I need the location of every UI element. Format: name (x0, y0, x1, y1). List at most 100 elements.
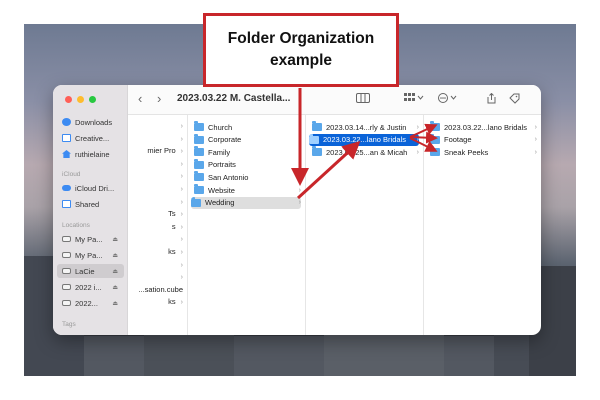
chevron-right-icon: › (298, 161, 301, 169)
callout-line-1: Folder Organization (227, 30, 375, 47)
sidebar-item-home[interactable]: ruthielaine (57, 147, 124, 161)
parent-folder-row[interactable]: Ts › (168, 209, 183, 218)
folder-row-church[interactable]: Church › (194, 121, 301, 133)
cloud-icon (62, 185, 71, 191)
chevron-right-icon: › (180, 299, 183, 307)
parent-folder-row[interactable]: › (176, 134, 183, 143)
folder-label: 2023.03.25...an & Micah (326, 147, 408, 157)
folder-label: s (171, 221, 176, 231)
parent-folder-row[interactable]: › (176, 184, 183, 193)
subfolder-row[interactable]: 2023.03.22...lano Bridals › (430, 121, 537, 133)
forward-button[interactable]: › (157, 91, 161, 106)
chevron-right-icon: › (416, 123, 419, 131)
folder-icon (312, 121, 322, 131)
tag-icon[interactable] (509, 93, 520, 107)
sidebar-item-location[interactable]: 2022 i... ⏏ (57, 280, 124, 294)
folder-row-corporate[interactable]: Corporate › (194, 133, 301, 146)
folder-row-san-antonio[interactable]: San Antonio › (194, 171, 301, 183)
folder-row-family[interactable]: Family › (194, 146, 301, 158)
eject-icon[interactable]: ⏏ (112, 268, 118, 275)
parent-folder-row[interactable]: › (176, 159, 183, 168)
sidebar-item-label: LaCie (75, 266, 95, 276)
parent-folder-row[interactable]: › (176, 234, 183, 243)
parent-folder-row[interactable]: › (176, 171, 183, 180)
sidebar-item-shared[interactable]: Shared (57, 197, 124, 211)
parent-folder-row[interactable]: mier Pro › (147, 146, 183, 155)
folder-label: Website (208, 185, 235, 195)
sidebar-item-creative[interactable]: Creative... (57, 131, 124, 145)
shoot-folder-row[interactable]: 2023.03.14...rly & Justin › (312, 121, 419, 133)
sidebar-item-label: My Pa... (75, 250, 103, 260)
shoot-folder-row[interactable]: 2023.03.22...lano Bridals › (309, 133, 419, 146)
sidebar-item-location[interactable]: My Pa... ⏏ (57, 232, 124, 246)
parent-folder-row[interactable]: › (176, 260, 183, 269)
sidebar-section-tags: Tags (62, 321, 76, 328)
minimize-button[interactable] (77, 96, 84, 103)
parent-folder-row[interactable]: ...sation.cube (138, 285, 183, 294)
folder-label: ...sation.cube (138, 284, 183, 294)
chevron-right-icon: › (180, 249, 183, 256)
chevron-right-icon: › (180, 223, 183, 231)
chevron-right-icon: › (416, 148, 419, 156)
sidebar-item-label: Shared (75, 199, 100, 209)
share-icon[interactable] (487, 92, 496, 107)
sidebar-item-lacie[interactable]: LaCie ⏏ (57, 264, 124, 278)
folder-row-wedding[interactable]: Wedding › (191, 196, 301, 209)
toolbar: ‹ › 2023.03.22 M. Castella... (128, 85, 541, 115)
close-button[interactable] (65, 96, 72, 103)
sidebar-item-label: 2022 i... (75, 282, 102, 292)
parent-folder-row[interactable]: › (176, 197, 183, 206)
chevron-right-icon: › (298, 186, 301, 194)
eject-icon[interactable]: ⏏ (112, 284, 118, 291)
parent-folder-row[interactable]: ks › (168, 297, 183, 306)
sidebar-item-location[interactable]: My Pa... ⏏ (57, 248, 124, 262)
chevron-right-icon: › (180, 261, 183, 269)
folder-icon (194, 158, 204, 169)
folder-label: Corporate (208, 135, 242, 145)
subfolder-row[interactable]: Footage › (430, 133, 537, 146)
chevron-right-icon: › (180, 148, 183, 156)
shoot-folder-row[interactable]: 2023.03.25...an & Micah › (312, 146, 419, 158)
chevron-right-icon: › (298, 173, 301, 181)
folder-label: Footage (444, 135, 472, 145)
chevron-right-icon: › (180, 186, 183, 193)
folder-icon (430, 133, 440, 144)
folder-icon (430, 121, 440, 131)
sidebar-section-locations: Locations (62, 222, 90, 229)
column-view-icon[interactable] (356, 93, 370, 106)
folder-label: Portraits (208, 160, 236, 170)
sidebar-item-location[interactable]: 2022... ⏏ (57, 296, 124, 310)
column-parent: › › mier Pro › › › › › Ts › s › › ks › › › ...sation.cube… (128, 115, 188, 335)
chevron-right-icon: › (298, 148, 301, 156)
subfolder-row[interactable]: Sneak Peeks › (430, 146, 537, 158)
parent-folder-row[interactable]: › (176, 121, 183, 130)
back-button[interactable]: ‹ (138, 91, 142, 106)
chevron-right-icon: › (298, 123, 301, 131)
chevron-right-icon: › (534, 123, 537, 131)
ellipsis-icon[interactable] (438, 93, 458, 106)
folder-label: 2023.03.22...lano Bridals (444, 122, 527, 132)
sidebar-item-downloads[interactable]: Downloads (57, 115, 124, 129)
chevron-right-icon: › (534, 136, 537, 144)
chevron-right-icon: › (180, 173, 183, 181)
folder-row-portraits[interactable]: Portraits › (194, 158, 301, 171)
parent-folder-row[interactable]: s › (172, 222, 183, 231)
eject-icon[interactable]: ⏏ (112, 300, 118, 307)
folder-row-website[interactable]: Website › (194, 184, 301, 196)
folder-label: Church (208, 122, 233, 132)
sidebar-item-label: Downloads (75, 117, 113, 127)
eject-icon[interactable]: ⏏ (112, 252, 118, 259)
eject-icon[interactable]: ⏏ (112, 236, 118, 243)
download-icon (62, 118, 71, 126)
sidebar-item-label: Creative... (75, 133, 110, 143)
drive-icon (62, 252, 71, 258)
shared-folder-icon (62, 200, 71, 208)
grid-group-icon[interactable] (404, 93, 424, 106)
sidebar-item-icloud-drive[interactable]: iCloud Dri... (57, 181, 124, 195)
parent-folder-row[interactable]: ks › (168, 247, 183, 256)
chevron-right-icon: › (180, 274, 183, 282)
parent-folder-row[interactable]: › (176, 272, 183, 281)
chevron-right-icon: › (534, 148, 537, 156)
zoom-button[interactable] (89, 96, 96, 103)
drive-icon (62, 236, 71, 242)
